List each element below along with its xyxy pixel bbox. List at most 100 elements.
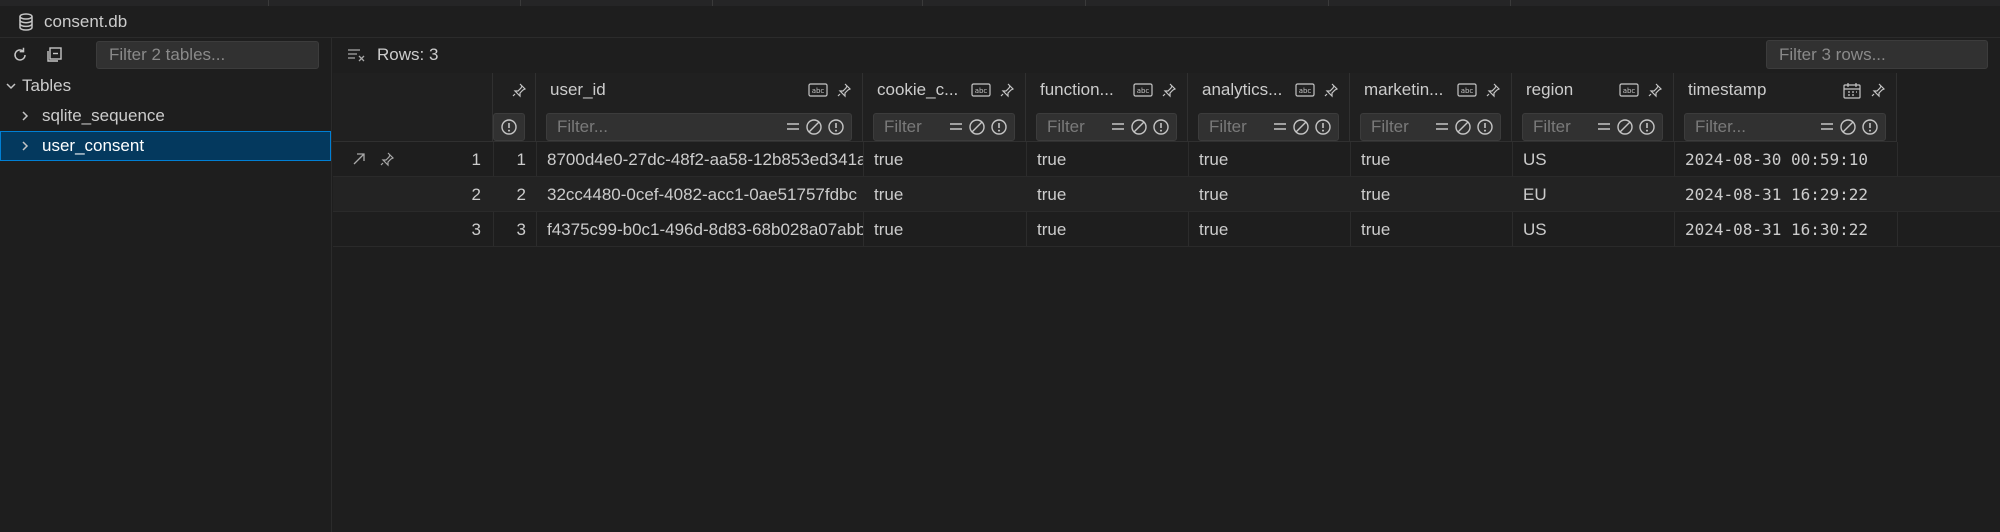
cell-analytics[interactable]: true: [1188, 212, 1350, 247]
info-icon[interactable]: [827, 118, 845, 136]
equals-icon[interactable]: [1819, 119, 1835, 135]
column-filter-input[interactable]: [1523, 114, 1596, 140]
pin-icon[interactable]: [1485, 82, 1501, 98]
cell-marketing[interactable]: true: [1350, 142, 1512, 177]
cell-id[interactable]: 2: [493, 177, 536, 212]
null-filter-icon[interactable]: [1839, 118, 1857, 136]
text-type-icon: abc: [808, 82, 828, 98]
info-icon[interactable]: [990, 118, 1008, 136]
cell-user-id[interactable]: 32cc4480-0cef-4082-acc1-0ae51757fdbc: [536, 177, 863, 212]
cell-id[interactable]: 3: [493, 212, 536, 247]
equals-icon[interactable]: [1110, 119, 1126, 135]
cell-functional[interactable]: true: [1026, 177, 1188, 212]
cell-marketing[interactable]: true: [1350, 212, 1512, 247]
chevron-down-icon: [2, 77, 20, 95]
column-name: user_id: [550, 80, 606, 99]
table-row[interactable]: 3 3 f4375c99-b0c1-496d-8d83-68b028a07abb tr…: [333, 212, 2000, 247]
svg-text:abc: abc: [1299, 87, 1312, 95]
equals-icon[interactable]: [948, 119, 964, 135]
collapse-all-icon[interactable]: [42, 43, 66, 67]
column-filter-input[interactable]: [874, 114, 948, 140]
equals-icon[interactable]: [1272, 119, 1288, 135]
null-filter-icon[interactable]: [1616, 118, 1634, 136]
equals-icon[interactable]: [1434, 119, 1450, 135]
svg-text:abc: abc: [1461, 87, 1474, 95]
column-header-region[interactable]: region abc: [1512, 73, 1674, 142]
cell-analytics[interactable]: true: [1188, 177, 1350, 212]
pin-icon[interactable]: [999, 82, 1015, 98]
info-icon[interactable]: [500, 118, 518, 136]
column-header-functional[interactable]: function... abc: [1026, 73, 1188, 142]
text-type-icon: abc: [1457, 82, 1477, 98]
cell-marketing[interactable]: true: [1350, 177, 1512, 212]
column-filter-box: [1036, 113, 1177, 141]
column-header-timestamp[interactable]: timestamp: [1674, 73, 1897, 142]
column-filter-input[interactable]: [1199, 114, 1272, 140]
equals-icon[interactable]: [785, 119, 801, 135]
info-icon[interactable]: [1638, 118, 1656, 136]
svg-text:abc: abc: [1623, 87, 1636, 95]
cell-user-id[interactable]: f4375c99-b0c1-496d-8d83-68b028a07abb: [536, 212, 863, 247]
column-header-id[interactable]: [493, 73, 536, 142]
cell-region[interactable]: EU: [1512, 177, 1674, 212]
cell-functional[interactable]: true: [1026, 142, 1188, 177]
info-icon[interactable]: [1476, 118, 1494, 136]
cell-cookie[interactable]: true: [863, 177, 1026, 212]
column-filter-input[interactable]: [547, 114, 785, 140]
info-icon[interactable]: [1861, 118, 1879, 136]
column-header-user-id[interactable]: user_id abc: [536, 73, 863, 142]
column-filter-box: [1522, 113, 1663, 141]
null-filter-icon[interactable]: [968, 118, 986, 136]
row-count: Rows: 3: [377, 44, 439, 64]
calendar-icon: [1842, 82, 1862, 100]
id-filter-box[interactable]: [493, 113, 525, 141]
tree-root-tables[interactable]: Tables: [0, 71, 331, 101]
cell-user-id[interactable]: 8700d4e0-27dc-48f2-aa58-12b853ed341a: [536, 142, 863, 177]
info-icon[interactable]: [1314, 118, 1332, 136]
sidebar-toolbar: [0, 38, 331, 71]
refresh-icon[interactable]: [8, 43, 32, 67]
pin-icon[interactable]: [1870, 82, 1886, 100]
cell-region[interactable]: US: [1512, 212, 1674, 247]
info-icon[interactable]: [1152, 118, 1170, 136]
chevron-right-icon: [16, 137, 34, 155]
column-header-cookie[interactable]: cookie_c... abc: [863, 73, 1026, 142]
column-filter-input[interactable]: [1361, 114, 1434, 140]
row-number: 1: [471, 150, 481, 169]
row-filter-input[interactable]: [1766, 40, 1988, 69]
table-row[interactable]: 1 1 8700d4e0-27dc-48f2-aa58-12b853ed341a tr…: [333, 142, 2000, 177]
pin-icon[interactable]: [1161, 82, 1177, 98]
cell-id[interactable]: 1: [493, 142, 536, 177]
column-name: timestamp: [1688, 80, 1767, 99]
column-filter-input[interactable]: [1037, 114, 1110, 140]
cell-timestamp[interactable]: 2024-08-31 16:29:22: [1674, 177, 1897, 212]
cell-cookie[interactable]: true: [863, 212, 1026, 247]
null-filter-icon[interactable]: [1292, 118, 1310, 136]
cell-region[interactable]: US: [1512, 142, 1674, 177]
column-header-marketing[interactable]: marketin... abc: [1350, 73, 1512, 142]
sidebar-item-user-consent[interactable]: user_consent: [0, 131, 331, 161]
svg-text:abc: abc: [975, 87, 988, 95]
cell-timestamp[interactable]: 2024-08-31 16:30:22: [1674, 212, 1897, 247]
null-filter-icon[interactable]: [805, 118, 823, 136]
null-filter-icon[interactable]: [1130, 118, 1148, 136]
table-filter-input[interactable]: [96, 40, 319, 69]
row-number: 3: [471, 220, 481, 239]
pin-icon[interactable]: [1323, 82, 1339, 98]
table-row[interactable]: 2 2 32cc4480-0cef-4082-acc1-0ae51757fdbc tr…: [333, 177, 2000, 212]
sidebar-item-sqlite-sequence[interactable]: sqlite_sequence: [0, 101, 331, 131]
pin-icon[interactable]: [836, 82, 852, 98]
clear-filter-icon[interactable]: [347, 47, 367, 63]
tree-root-label: Tables: [22, 76, 72, 95]
pin-icon[interactable]: [511, 82, 527, 98]
cell-functional[interactable]: true: [1026, 212, 1188, 247]
cell-analytics[interactable]: true: [1188, 142, 1350, 177]
equals-icon[interactable]: [1596, 119, 1612, 135]
svg-text:abc: abc: [1137, 87, 1150, 95]
column-filter-input[interactable]: [1685, 114, 1819, 140]
null-filter-icon[interactable]: [1454, 118, 1472, 136]
cell-cookie[interactable]: true: [863, 142, 1026, 177]
cell-timestamp[interactable]: 2024-08-30 00:59:10: [1674, 142, 1897, 177]
column-header-analytics[interactable]: analytics... abc: [1188, 73, 1350, 142]
pin-icon[interactable]: [1647, 82, 1663, 98]
